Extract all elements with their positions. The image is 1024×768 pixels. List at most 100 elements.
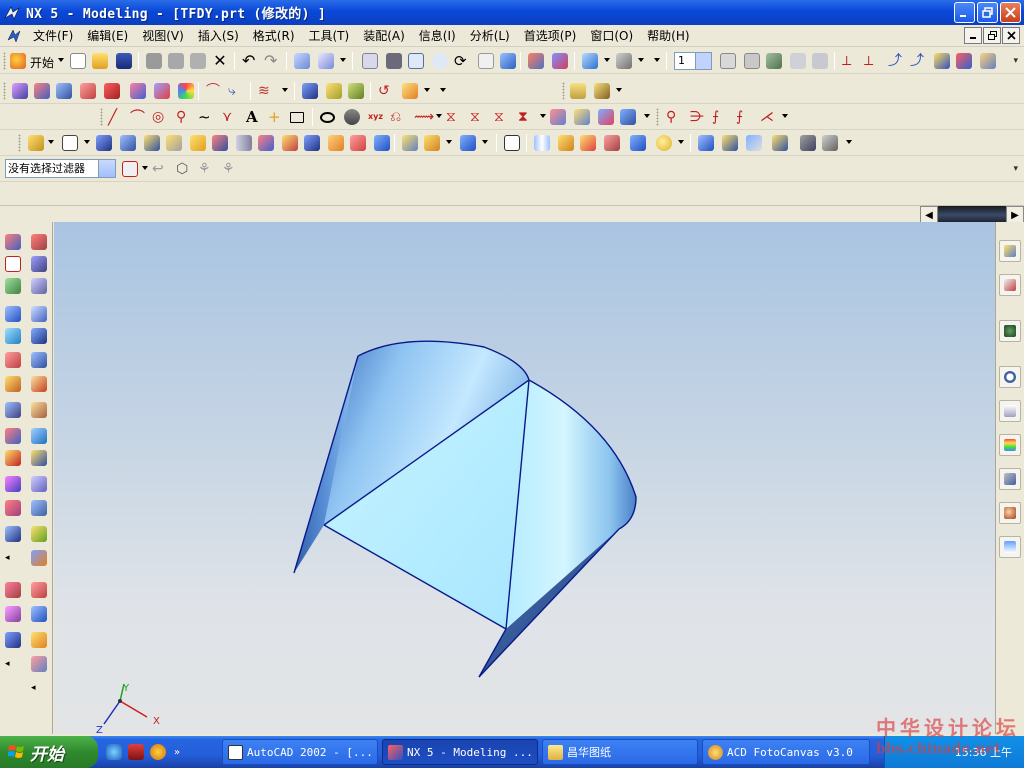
windows-start-button[interactable]: 开始 bbox=[0, 736, 98, 768]
section-curve-icon[interactable]: ⧗ bbox=[518, 109, 534, 125]
law-curve-icon[interactable]: xyz bbox=[368, 109, 384, 125]
sew-tool-icon[interactable] bbox=[31, 402, 47, 418]
sew-icon[interactable]: ≋ bbox=[258, 83, 274, 99]
chevron-down-icon[interactable] bbox=[340, 58, 346, 62]
type-filter-select[interactable]: 没有选择过滤器 bbox=[5, 159, 116, 178]
block-icon[interactable] bbox=[62, 135, 78, 151]
extract-curve-icon[interactable] bbox=[550, 109, 566, 125]
zoom-window-icon[interactable] bbox=[386, 53, 402, 69]
menu-preferences[interactable]: 首选项(P) bbox=[517, 27, 584, 44]
bridge-curve-icon[interactable]: ⟿ bbox=[414, 109, 434, 125]
menu-window[interactable]: 窗口(O) bbox=[583, 27, 640, 44]
wcs-dynamic-icon[interactable]: ⟂ bbox=[864, 53, 880, 69]
toolbar-grip[interactable] bbox=[18, 134, 21, 152]
ellipse-icon[interactable] bbox=[320, 112, 335, 123]
restore-button[interactable] bbox=[977, 2, 998, 23]
edge-blend-icon[interactable] bbox=[130, 83, 146, 99]
rectangle-tool-icon[interactable] bbox=[5, 256, 21, 272]
curve-analysis-icon[interactable]: ⚲ bbox=[666, 109, 682, 125]
helix-icon[interactable] bbox=[344, 109, 360, 125]
minimize-button[interactable] bbox=[954, 2, 975, 23]
sketch-tool-icon[interactable] bbox=[5, 234, 21, 250]
ruled-icon[interactable] bbox=[96, 135, 112, 151]
trim-curve-icon[interactable] bbox=[598, 109, 614, 125]
chevron-down-icon[interactable] bbox=[604, 58, 610, 62]
face-tool-icon[interactable] bbox=[31, 428, 47, 444]
undo-icon[interactable]: ↶ bbox=[242, 53, 258, 69]
chevron-down-icon[interactable] bbox=[282, 88, 288, 92]
extension-icon[interactable] bbox=[402, 135, 418, 151]
edit-curve-icon[interactable] bbox=[620, 109, 636, 125]
chevron-down-icon[interactable] bbox=[436, 114, 442, 118]
start-menu-button[interactable]: 开始 bbox=[30, 54, 54, 71]
replace-face-icon[interactable] bbox=[722, 135, 738, 151]
copy-to-layer-icon[interactable] bbox=[790, 53, 806, 69]
quick-launch-more-icon[interactable]: » bbox=[174, 747, 180, 758]
global-shaping-icon[interactable] bbox=[580, 135, 596, 151]
bounded-plane-icon[interactable] bbox=[212, 135, 228, 151]
offset-surface-icon[interactable] bbox=[328, 135, 344, 151]
select-icon[interactable] bbox=[318, 53, 334, 69]
analysis-tool-icon[interactable] bbox=[5, 500, 21, 516]
chevron-down-icon[interactable] bbox=[424, 88, 430, 92]
paste-icon[interactable] bbox=[190, 53, 206, 69]
select-feature-icon[interactable]: ⚘ bbox=[198, 161, 214, 177]
background-icon[interactable] bbox=[616, 53, 632, 69]
rectangle-icon[interactable] bbox=[290, 112, 304, 123]
studio-spline-icon[interactable]: ⋎ bbox=[222, 109, 238, 125]
dimension-tool-icon[interactable] bbox=[31, 582, 47, 598]
copy-icon[interactable] bbox=[168, 53, 184, 69]
new-file-icon[interactable] bbox=[70, 53, 86, 69]
studio-tool-icon[interactable] bbox=[31, 476, 47, 492]
studio-surface-icon[interactable] bbox=[258, 135, 274, 151]
menu-information[interactable]: 信息(I) bbox=[412, 27, 463, 44]
bridge-surface-icon[interactable] bbox=[304, 135, 320, 151]
curve-tool-icon[interactable] bbox=[31, 278, 47, 294]
swept-tool-icon[interactable] bbox=[31, 328, 47, 344]
match-edge-icon[interactable] bbox=[604, 135, 620, 151]
chevron-down-icon[interactable] bbox=[48, 140, 54, 144]
i-form-icon[interactable] bbox=[558, 135, 574, 151]
reuse-library-tab[interactable] bbox=[999, 320, 1021, 342]
fit-selected-icon[interactable] bbox=[552, 53, 568, 69]
menu-analysis[interactable]: 分析(L) bbox=[463, 27, 517, 44]
offset-icon[interactable]: ↺ bbox=[378, 83, 394, 99]
measure-angle-icon[interactable] bbox=[594, 83, 610, 99]
chevron-down-icon[interactable] bbox=[695, 53, 711, 69]
autocad-quick-icon[interactable] bbox=[128, 744, 144, 760]
toolbar-grip[interactable] bbox=[3, 82, 6, 100]
circle-icon[interactable]: ◎ bbox=[152, 109, 168, 125]
history-tab[interactable] bbox=[999, 366, 1021, 388]
revolve-icon[interactable] bbox=[56, 83, 72, 99]
menu-assemblies[interactable]: 装配(A) bbox=[356, 27, 412, 44]
doc-restore-button[interactable] bbox=[983, 27, 1001, 44]
extrude-tool-icon[interactable] bbox=[31, 234, 47, 250]
toolbar-more-icon[interactable]: ◂ bbox=[5, 550, 21, 566]
intersect-curve-icon[interactable]: ⧖ bbox=[494, 109, 510, 125]
taskbar-item-fotocanvas[interactable]: ACD FotoCanvas v3.0 bbox=[702, 739, 870, 765]
extrude-icon[interactable] bbox=[34, 83, 50, 99]
chevron-down-icon[interactable] bbox=[58, 58, 64, 62]
wave-tool-icon[interactable] bbox=[5, 526, 21, 542]
unite-icon[interactable] bbox=[302, 83, 318, 99]
shape-tool-icon[interactable] bbox=[5, 476, 21, 492]
toolbar-grip[interactable] bbox=[562, 82, 565, 100]
chevron-down-icon[interactable] bbox=[142, 166, 148, 170]
toolbar-overflow-icon[interactable]: ▾ bbox=[1013, 164, 1018, 174]
toolbar-grip[interactable] bbox=[656, 108, 659, 126]
menu-insert[interactable]: 插入(S) bbox=[191, 27, 246, 44]
wcs-rotate-icon[interactable]: ⤴ bbox=[888, 53, 904, 69]
roles-tab[interactable] bbox=[999, 502, 1021, 524]
inflection-icon[interactable]: ⨍ bbox=[736, 109, 752, 125]
bridge-tool-icon[interactable] bbox=[5, 328, 21, 344]
clock[interactable]: 15:36 上午 bbox=[955, 744, 1012, 760]
n-sided-icon[interactable] bbox=[236, 135, 252, 151]
offset-tool-icon[interactable] bbox=[31, 352, 47, 368]
chevron-down-icon[interactable] bbox=[98, 160, 115, 177]
layer-visible-icon[interactable] bbox=[744, 53, 760, 69]
toolbar-more-icon[interactable]: ◂ bbox=[31, 680, 47, 696]
sketch-icon[interactable] bbox=[12, 83, 28, 99]
process-studio-tab[interactable] bbox=[999, 434, 1021, 456]
pattern-icon[interactable] bbox=[402, 83, 418, 99]
chevron-down-icon[interactable] bbox=[616, 88, 622, 92]
